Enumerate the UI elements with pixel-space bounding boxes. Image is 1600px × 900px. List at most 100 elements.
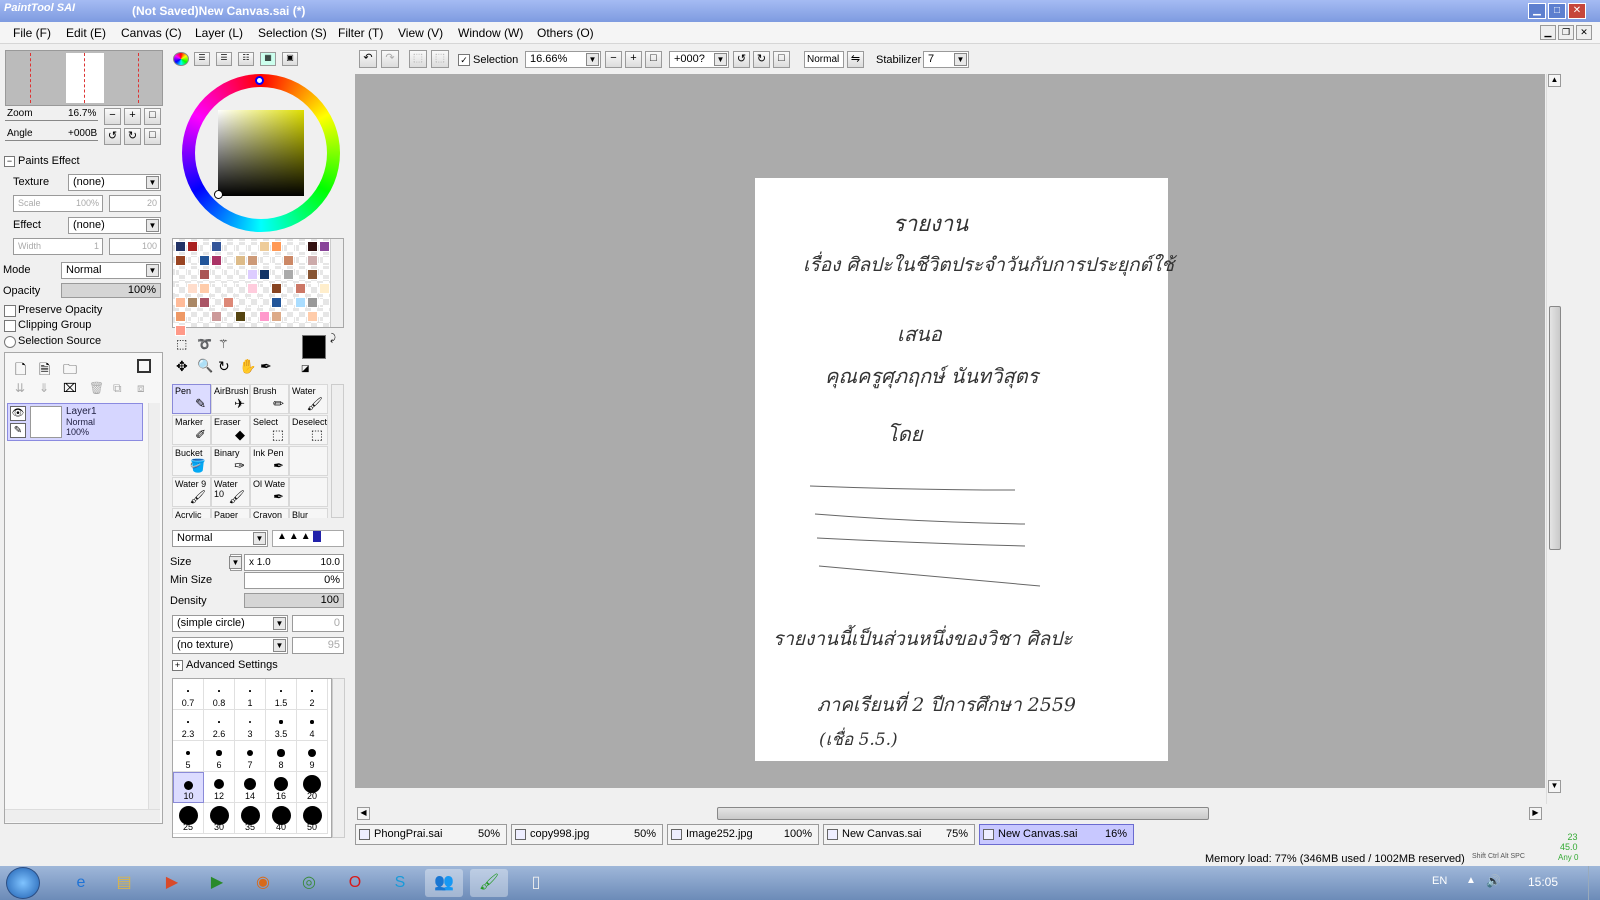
tool-water-10[interactable]: Water 10 🖌: [211, 477, 250, 507]
selection-source-radio[interactable]: [4, 336, 16, 348]
tool-water[interactable]: Water 🖌: [289, 384, 328, 414]
layer-row[interactable]: 👁 ✎ Layer1 Normal 100%: [7, 403, 143, 441]
expand-icon[interactable]: +: [172, 660, 183, 671]
color-swatch[interactable]: [247, 255, 258, 266]
rect-select-icon[interactable]: ⬚: [176, 337, 187, 351]
menu-window[interactable]: Window (W): [458, 26, 523, 40]
brush-size-cell[interactable]: 1: [235, 679, 266, 710]
color-swatch[interactable]: [319, 255, 330, 266]
color-swatch[interactable]: [187, 311, 198, 322]
swap-colors-icon[interactable]: ⤸: [330, 333, 336, 344]
zoom-reset-button[interactable]: □: [144, 108, 161, 125]
tool-scrollbar[interactable]: [331, 384, 344, 518]
color-swatch[interactable]: [307, 311, 318, 322]
brush-size-cell[interactable]: 3: [235, 710, 266, 741]
effect-select[interactable]: (none) ▼: [68, 217, 161, 234]
color-wheel[interactable]: [182, 74, 340, 232]
color-swatch[interactable]: [283, 297, 294, 308]
color-swatch[interactable]: [295, 283, 306, 294]
color-swatch[interactable]: [235, 283, 246, 294]
swatch-tab-icon[interactable]: ▦: [260, 52, 276, 66]
color-swatch[interactable]: [199, 297, 210, 308]
swatch-scrollbar[interactable]: [330, 239, 343, 327]
document-tab[interactable]: copy998.jpg 50%: [511, 824, 663, 845]
brush-size-cell[interactable]: 35: [235, 803, 266, 834]
color-swatch[interactable]: [235, 241, 246, 252]
layer-scrollbar[interactable]: [148, 403, 160, 813]
color-swatch[interactable]: [175, 297, 186, 308]
zoom-out-button[interactable]: −: [104, 108, 121, 125]
transfer-down-icon[interactable]: ⇊: [15, 381, 25, 395]
color-swatch[interactable]: [271, 255, 282, 266]
clipping-group-checkbox[interactable]: [4, 320, 16, 332]
scroll-left-button[interactable]: ◀: [357, 807, 370, 820]
color-swatch[interactable]: [175, 241, 186, 252]
color-swatch[interactable]: [247, 241, 258, 252]
selection-checkbox[interactable]: ✓: [458, 54, 470, 66]
brush-size-cell[interactable]: 0.8: [204, 679, 235, 710]
color-swatch[interactable]: [271, 283, 282, 294]
color-swatch[interactable]: [211, 241, 222, 252]
tool-airbrush[interactable]: AirBrush ✈: [211, 384, 250, 414]
winamp-icon[interactable]: ▶: [198, 869, 236, 897]
horizontal-scrollbar[interactable]: ◀ ▶: [355, 806, 1545, 822]
size-mult-dropdown[interactable]: ▼: [229, 554, 242, 571]
color-swatch[interactable]: [223, 311, 234, 322]
sub-restore-button[interactable]: ❐: [1558, 25, 1574, 40]
brush-size-cell[interactable]: 3.5: [266, 710, 297, 741]
color-swatch[interactable]: [271, 311, 282, 322]
new-layer-icon[interactable]: 🗋: [15, 359, 26, 383]
maximize-button[interactable]: □: [1548, 3, 1566, 19]
color-swatch[interactable]: [199, 269, 210, 280]
tool-eraser[interactable]: Eraser ◆: [211, 415, 250, 445]
flip-button[interactable]: ⇋: [847, 51, 864, 68]
menu-file[interactable]: File (F): [13, 26, 51, 40]
brush-texture-number[interactable]: 95: [292, 637, 344, 654]
color-swatch[interactable]: [283, 269, 294, 280]
color-swatch[interactable]: [199, 283, 210, 294]
color-swatch[interactable]: [295, 297, 306, 308]
tool-acrylic[interactable]: Acrylic🖌: [172, 508, 211, 518]
opera-icon[interactable]: O: [336, 869, 374, 897]
color-swatch[interactable]: [199, 241, 210, 252]
edit-pen-icon[interactable]: ✎: [10, 423, 26, 438]
color-swatch[interactable]: [283, 311, 294, 322]
sub-close-button[interactable]: ✕: [1576, 25, 1592, 40]
rotate-reset-button[interactable]: □: [144, 128, 161, 145]
color-swatch[interactable]: [295, 311, 306, 322]
tool-brush[interactable]: Brush ✏: [250, 384, 289, 414]
merge-visible-icon[interactable]: ⧉: [113, 381, 122, 396]
canvas-paper[interactable]: รายงาน เรื่อง ศิลปะในชีวิตประจำวันกับการ…: [755, 178, 1174, 761]
people-icon[interactable]: 👥: [425, 869, 463, 897]
color-swatch[interactable]: [319, 283, 330, 294]
color-swatch[interactable]: [307, 255, 318, 266]
color-swatch[interactable]: [187, 255, 198, 266]
color-swatch[interactable]: [247, 269, 258, 280]
redo-button[interactable]: ↷: [381, 50, 399, 68]
zoom-in-button[interactable]: +: [124, 108, 141, 125]
brush-shape-select[interactable]: (simple circle) ▼: [172, 615, 288, 632]
clear-layer-icon[interactable]: ⌧: [63, 381, 77, 395]
new-folder-icon[interactable]: 🗀: [63, 359, 77, 383]
color-swatch[interactable]: [235, 255, 246, 266]
menu-canvas[interactable]: Canvas (C): [121, 26, 182, 40]
opacity-slider[interactable]: 100%: [61, 283, 161, 298]
color-swatch[interactable]: [295, 241, 306, 252]
rgb-slider-tab-icon[interactable]: ☰: [194, 52, 210, 66]
texture-select[interactable]: (none) ▼: [68, 174, 161, 191]
document-tab[interactable]: New Canvas.sai 16%: [979, 824, 1134, 845]
sv-cursor[interactable]: [214, 190, 223, 199]
brush-size-cell[interactable]: 7: [235, 741, 266, 772]
color-swatch[interactable]: [259, 255, 270, 266]
volume-icon[interactable]: 🔊: [1486, 874, 1501, 888]
size-slider[interactable]: x 1.0 10.0: [244, 554, 344, 571]
toolbar-rotate-left-button[interactable]: ↺: [733, 51, 750, 68]
brush-mode-select[interactable]: Normal ▼: [172, 530, 268, 547]
color-swatch[interactable]: [319, 297, 330, 308]
color-swatch[interactable]: [187, 283, 198, 294]
zoom-slider[interactable]: [5, 120, 98, 121]
brush-size-cell[interactable]: 1.5: [266, 679, 297, 710]
tool-blur[interactable]: Blur💧: [289, 508, 328, 518]
rotate-right-button[interactable]: ↻: [124, 128, 141, 145]
color-swatch[interactable]: [223, 283, 234, 294]
